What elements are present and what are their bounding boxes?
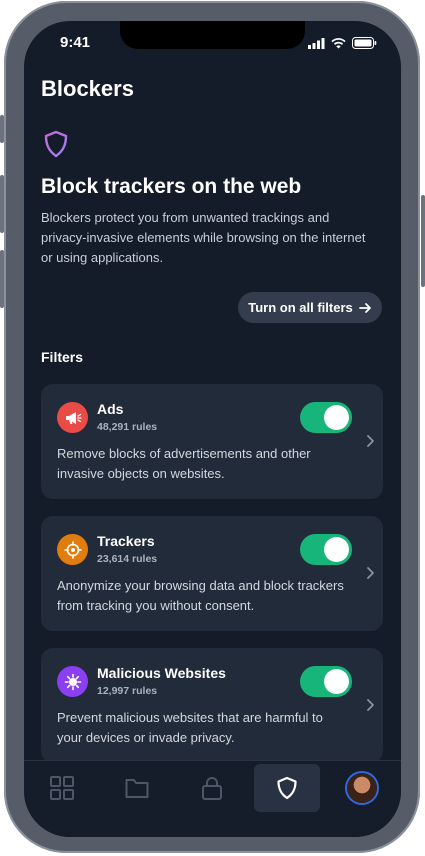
filter-name: Trackers xyxy=(97,533,155,549)
tab-blockers[interactable] xyxy=(254,764,320,812)
status-time: 9:41 xyxy=(60,34,91,51)
tab-files[interactable] xyxy=(104,764,170,812)
toggle-knob xyxy=(324,405,349,430)
filter-card-trackers[interactable]: Trackers 23,614 rules Anonymize your bro… xyxy=(41,516,383,631)
toggle-knob xyxy=(324,669,349,694)
lock-icon xyxy=(202,777,222,800)
shield-icon xyxy=(44,130,68,158)
filter-description: Anonymize your browsing data and block t… xyxy=(57,578,344,613)
turn-on-all-filters-button[interactable]: Turn on all filters xyxy=(238,292,382,323)
bottom-tab-bar xyxy=(24,760,401,837)
virus-icon xyxy=(57,666,88,697)
avatar xyxy=(347,773,377,803)
filter-rules-count: 48,291 rules xyxy=(97,421,158,433)
shield-icon xyxy=(277,776,297,800)
tab-dashboard[interactable] xyxy=(29,764,95,812)
cta-label: Turn on all filters xyxy=(248,300,353,315)
filter-card-ads[interactable]: Ads 48,291 rules Remove blocks of advert… xyxy=(41,384,383,499)
folder-icon xyxy=(125,779,149,798)
side-button xyxy=(0,250,4,308)
tab-profile[interactable] xyxy=(329,764,395,812)
filter-description: Prevent malicious websites that are harm… xyxy=(57,710,323,745)
chevron-right-icon xyxy=(367,567,374,579)
side-button xyxy=(0,115,4,143)
tab-lock[interactable] xyxy=(179,764,245,812)
megaphone-icon xyxy=(57,402,88,433)
filter-name: Malicious Websites xyxy=(97,665,226,681)
hero-title: Block trackers on the web xyxy=(41,175,302,198)
side-button xyxy=(0,175,4,233)
filter-description: Remove blocks of advertisements and othe… xyxy=(57,446,311,481)
filter-rules-count: 23,614 rules xyxy=(97,553,158,565)
filter-name: Ads xyxy=(97,401,124,417)
app-screen: 9:41 Blockers Block trackers on the web … xyxy=(24,21,401,837)
hero-description: Blockers protect you from unwanted track… xyxy=(41,210,366,265)
status-icons xyxy=(308,37,377,49)
ads-toggle[interactable] xyxy=(300,402,352,433)
filter-rules-count: 12,997 rules xyxy=(97,685,158,697)
filters-section-title: Filters xyxy=(41,349,84,365)
wifi-icon xyxy=(331,37,346,48)
signal-icon xyxy=(308,37,325,49)
arrow-right-icon xyxy=(358,302,371,313)
crosshair-icon xyxy=(57,534,88,565)
filter-card-malicious-websites[interactable]: Malicious Websites 12,997 rules Prevent … xyxy=(41,648,383,763)
battery-icon xyxy=(352,37,377,49)
malicious-websites-toggle[interactable] xyxy=(300,666,352,697)
chevron-right-icon xyxy=(367,435,374,447)
notch xyxy=(120,21,305,49)
side-button xyxy=(421,195,425,287)
page-title: Blockers xyxy=(41,76,134,101)
grid-icon xyxy=(50,776,74,800)
toggle-knob xyxy=(324,537,349,562)
trackers-toggle[interactable] xyxy=(300,534,352,565)
chevron-right-icon xyxy=(367,699,374,711)
